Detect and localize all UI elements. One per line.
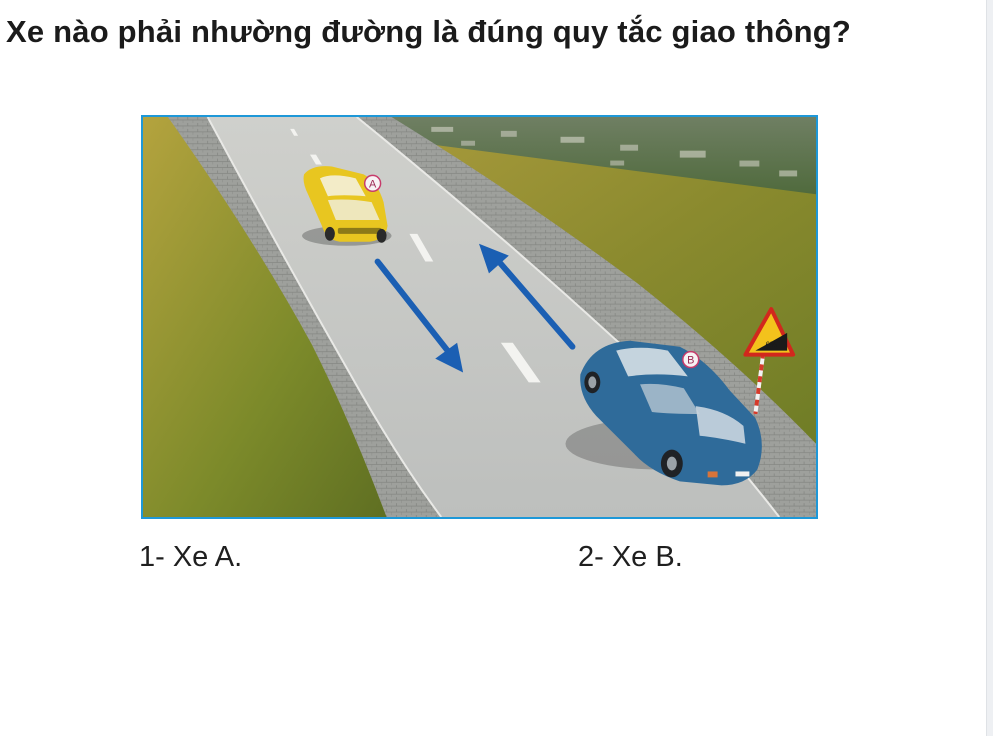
question-text: Xe nào phải nhường đường là đúng quy tắc… [6, 14, 852, 49]
svg-text:A: A [369, 178, 377, 190]
car-a: A [302, 166, 392, 246]
scrollbar-track [986, 0, 993, 736]
traffic-scene: A B 6% [143, 117, 816, 517]
answer-option-2[interactable]: 2- Xe B. [578, 541, 683, 574]
traffic-illustration: A B 6% [141, 115, 818, 519]
svg-text:6%: 6% [766, 341, 777, 350]
answer-option-1[interactable]: 1- Xe A. [139, 541, 242, 574]
svg-text:B: B [687, 355, 694, 367]
